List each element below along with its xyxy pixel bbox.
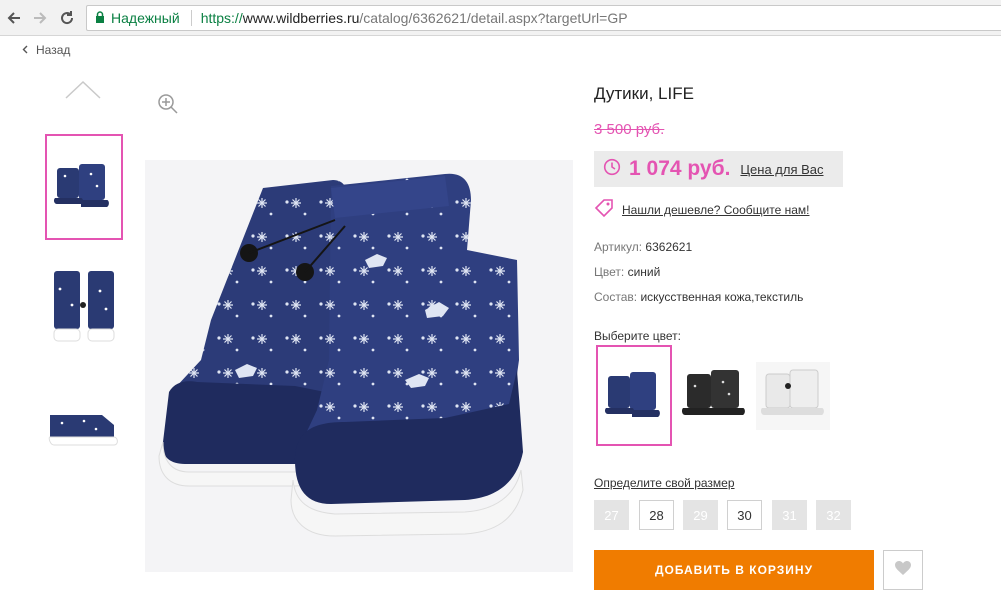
- boot-photo-thumbnail: [48, 415, 118, 446]
- spec-label: Артикул:: [594, 240, 643, 254]
- size-option-28[interactable]: 28: [639, 500, 674, 530]
- thumbnail-2[interactable]: [45, 258, 123, 356]
- color-swatch-navy[interactable]: [596, 345, 672, 446]
- zoom-in-icon[interactable]: [157, 93, 179, 115]
- size-option-29[interactable]: 29: [683, 500, 718, 530]
- size-option-27[interactable]: 27: [594, 500, 629, 530]
- boot-photo-thumbnail: [53, 271, 115, 342]
- reload-icon[interactable]: [56, 7, 78, 29]
- thumbnail-3[interactable]: [45, 396, 123, 458]
- back-label: Назад: [36, 43, 71, 57]
- boot-photo: [158, 173, 524, 537]
- lock-icon: [95, 10, 105, 26]
- secure-label: Надежный: [111, 10, 180, 26]
- heart-icon: [894, 560, 912, 581]
- chevron-up-icon[interactable]: [63, 78, 103, 102]
- url-host: www.wildberries.ru: [242, 10, 360, 26]
- url-protocol: https://: [200, 10, 243, 26]
- spec-label: Цвет:: [594, 265, 625, 279]
- wishlist-button[interactable]: [883, 550, 923, 590]
- old-price: 3 500 руб.: [594, 121, 665, 138]
- tag-icon: [594, 198, 614, 221]
- price-note[interactable]: Цена для Вас: [740, 162, 823, 177]
- color-swatch-black[interactable]: [677, 362, 750, 430]
- main-product-image[interactable]: [145, 160, 573, 572]
- size-guide-link[interactable]: Определите свой размер: [594, 476, 735, 490]
- address-bar[interactable]: Надежный https://www.wildberries.ru/cata…: [86, 5, 1001, 31]
- current-price: 1 074 руб.: [629, 157, 731, 180]
- boot-photo-thumbnail: [760, 369, 824, 415]
- price-box: 1 074 руб. Цена для Вас: [594, 151, 843, 187]
- report-cheaper-link[interactable]: Нашли дешевле? Сообщите нам!: [594, 198, 809, 221]
- product-title: Дутики, LIFE: [594, 84, 694, 103]
- boot-photo-thumbnail: [53, 164, 109, 210]
- size-option-30[interactable]: 30: [727, 500, 762, 530]
- report-cheaper-label: Нашли дешевле? Сообщите нам!: [622, 202, 810, 217]
- spec-color: Цвет: синий: [594, 265, 660, 279]
- divider: [190, 10, 192, 26]
- spec-material: Состав: искусственная кожа,текстиль: [594, 290, 803, 304]
- clock-icon: [603, 158, 621, 181]
- color-swatch-white[interactable]: [756, 362, 830, 430]
- secure-indicator[interactable]: Надежный: [95, 10, 180, 26]
- forward-arrow-icon[interactable]: [29, 7, 51, 29]
- spec-value: 6362621: [645, 240, 693, 254]
- boot-photo-thumbnail: [604, 371, 660, 420]
- add-to-cart-button[interactable]: ДОБАВИТЬ В КОРЗИНУ: [594, 550, 874, 590]
- choose-color-label: Выберите цвет:: [594, 329, 682, 343]
- back-arrow-icon[interactable]: [3, 7, 25, 29]
- url-path: /catalog/6362621/detail.aspx?targetUrl=G…: [359, 10, 628, 26]
- boot-photo-thumbnail: [681, 370, 745, 415]
- thumbnail-1[interactable]: [45, 134, 123, 240]
- back-link[interactable]: Назад: [22, 43, 70, 57]
- chevron-left-icon: [22, 43, 28, 57]
- size-option-32[interactable]: 32: [816, 500, 851, 530]
- spec-label: Состав:: [594, 290, 638, 304]
- spec-article: Артикул: 6362621: [594, 240, 692, 254]
- spec-value: синий: [627, 265, 661, 279]
- spec-value: искусственная кожа,текстиль: [640, 290, 804, 304]
- browser-toolbar: Надежный https://www.wildberries.ru/cata…: [0, 0, 1001, 36]
- size-option-31[interactable]: 31: [772, 500, 807, 530]
